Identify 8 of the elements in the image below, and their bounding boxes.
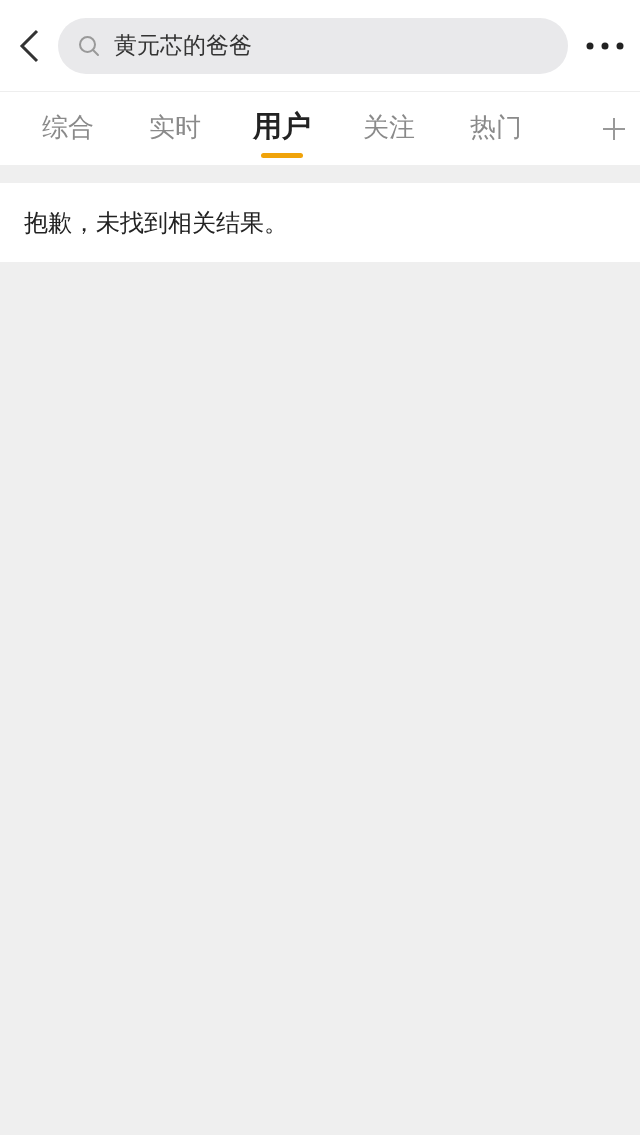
no-results-message: 抱歉，未找到相关结果。 xyxy=(24,207,288,239)
tab[interactable]: 用户 xyxy=(228,92,335,165)
tab[interactable]: 实时 xyxy=(121,92,228,165)
tab[interactable]: 热门 xyxy=(442,92,549,165)
tab[interactable]: 关注 xyxy=(335,92,442,165)
search-field[interactable]: 黄元芯的爸爸 xyxy=(58,17,568,74)
tab[interactable]: 综合 xyxy=(14,92,121,165)
search-icon xyxy=(78,34,100,57)
